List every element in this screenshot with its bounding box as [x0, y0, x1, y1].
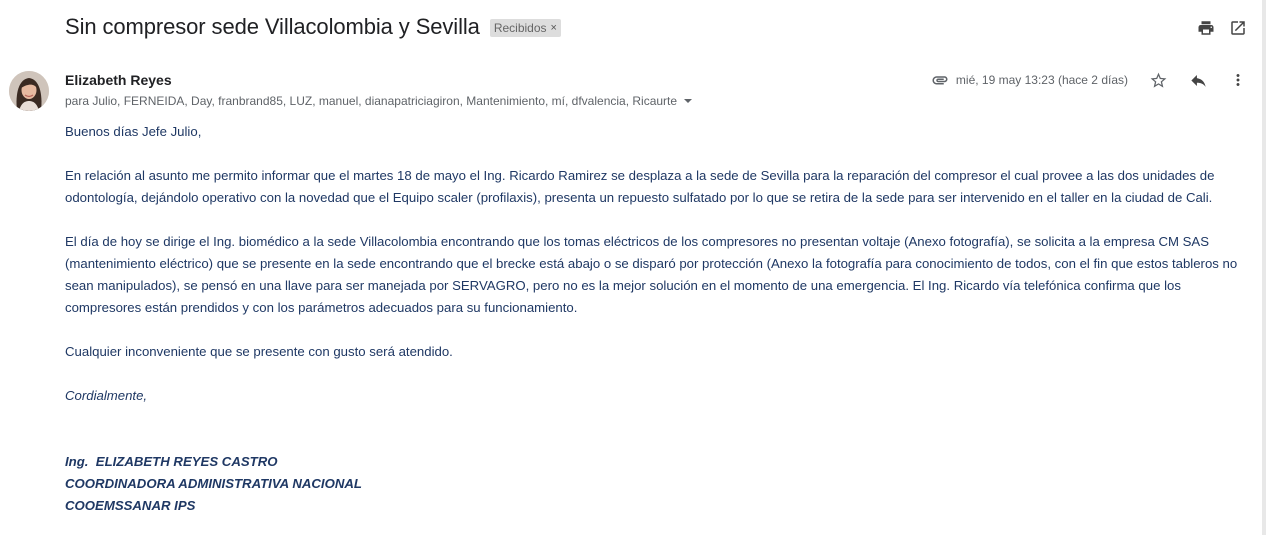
- open-in-new-icon[interactable]: [1228, 18, 1248, 38]
- print-icon[interactable]: [1196, 18, 1216, 38]
- label-chip-recibidos[interactable]: Recibidos ×: [489, 19, 561, 37]
- body-paragraph-2: El día de hoy se dirige el Ing. biomédic…: [65, 234, 1238, 315]
- message-actions: [1148, 70, 1248, 90]
- label-chip-text: Recibidos: [493, 21, 547, 35]
- body-paragraph-3: Cualquier inconveniente que se presente …: [65, 344, 453, 359]
- signature-name: Ing. ELIZABETH REYES CASTRO: [65, 454, 278, 469]
- sender-avatar[interactable]: [9, 71, 49, 111]
- email-subject: Sin compresor sede Villacolombia y Sevil…: [65, 14, 480, 39]
- recipients-line: para Julio, FERNEIDA, Day, franbrand85, …: [65, 94, 693, 108]
- recipients-list: para Julio, FERNEIDA, Day, franbrand85, …: [65, 94, 678, 108]
- paperclip-icon: [930, 70, 950, 90]
- sender-name[interactable]: Elizabeth Reyes: [65, 72, 172, 88]
- message-meta: mié, 19 may 13:23 (hace 2 días): [930, 70, 1248, 90]
- thread-actions: [1196, 18, 1248, 38]
- scrollbar-track[interactable]: [1262, 0, 1266, 535]
- chevron-down-icon[interactable]: [684, 99, 693, 103]
- remove-label-icon[interactable]: ×: [551, 22, 557, 34]
- reply-icon[interactable]: [1188, 70, 1208, 90]
- greeting: Buenos días Jefe Julio,: [65, 124, 202, 139]
- star-icon[interactable]: [1148, 70, 1168, 90]
- body-paragraph-1: En relación al asunto me permito informa…: [65, 168, 1215, 205]
- subject-row: Sin compresor sede Villacolombia y Sevil…: [65, 14, 561, 40]
- message-date: mié, 19 may 13:23 (hace 2 días): [955, 73, 1128, 87]
- signature-title: COORDINADORA ADMINISTRATIVA NACIONAL: [65, 476, 362, 491]
- more-vert-icon[interactable]: [1228, 70, 1248, 90]
- message-body: Buenos días Jefe Julio, En relación al a…: [65, 121, 1255, 517]
- signature-company: COOEMSSANAR IPS: [65, 498, 196, 513]
- closing: Cordialmente,: [65, 388, 148, 403]
